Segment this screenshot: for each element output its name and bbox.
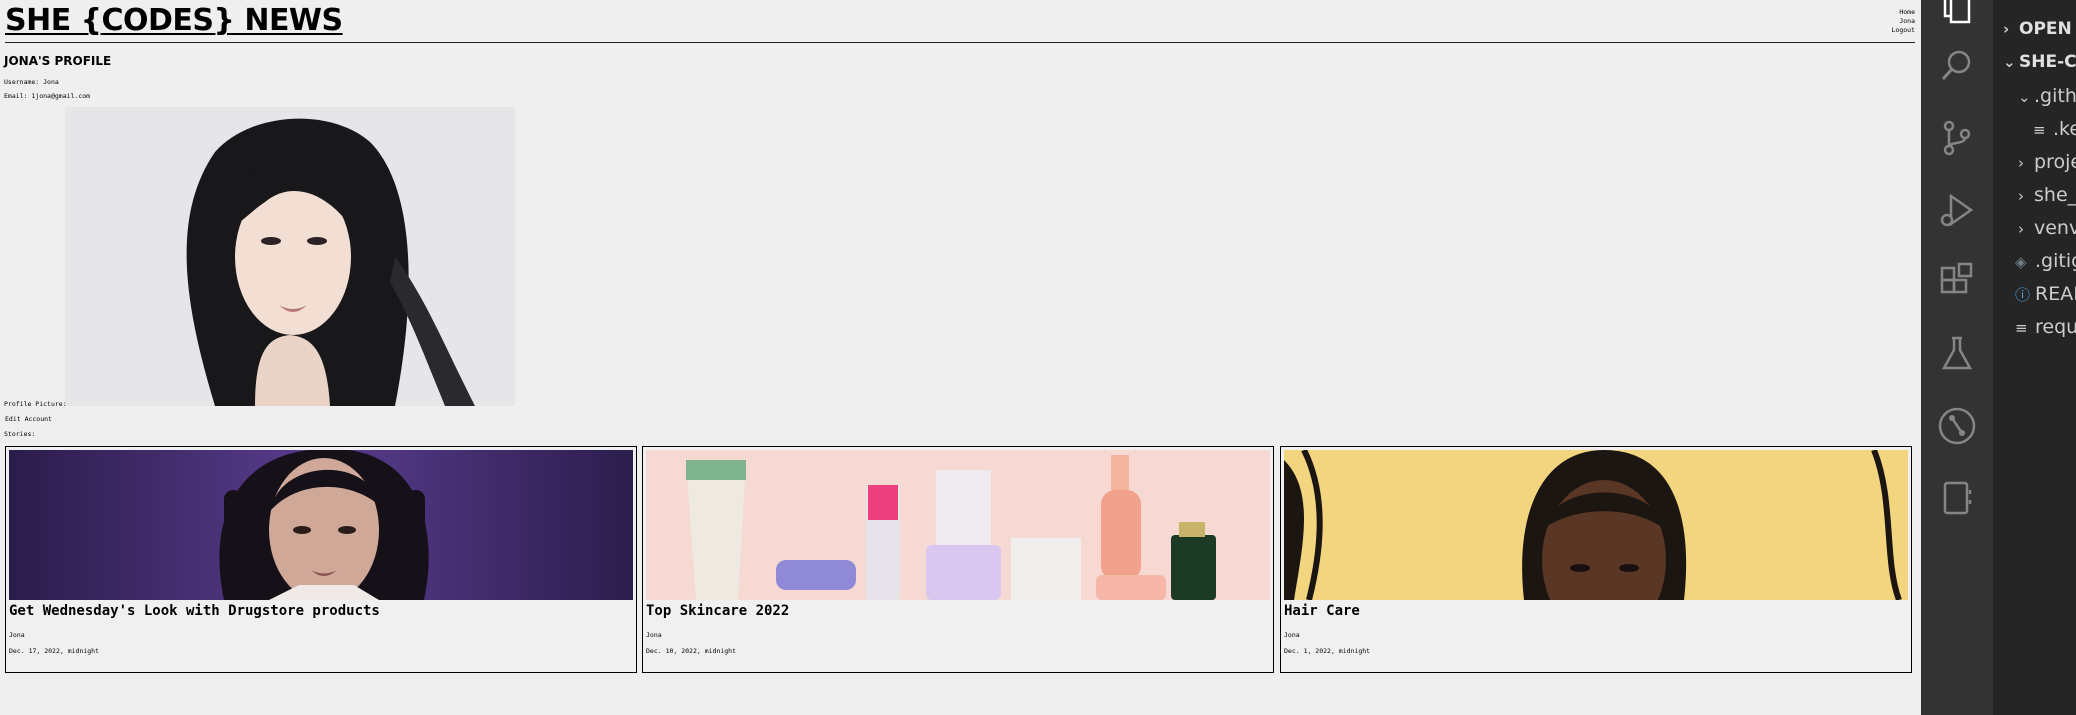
tree-item-github[interactable]: ⌄.github [2018, 82, 2076, 110]
story-card[interactable]: Hair Care Jona Dec. 1, 2022, midnight [1280, 446, 1912, 673]
extensions-icon[interactable] [1937, 262, 1977, 302]
open-editors-label: OPEN EDITORS [2019, 19, 2076, 39]
story-author: Jona [1284, 631, 1300, 639]
tree-item-label: README.md [2035, 283, 2076, 305]
site-nav: Home Jona Logout [1892, 8, 1915, 35]
notebook-icon[interactable] [1937, 478, 1977, 518]
source-control-icon[interactable] [1937, 118, 1977, 158]
tree-item-label: projects [2034, 151, 2076, 173]
tree-item-gitignore[interactable]: ◈ .gitignore [2015, 247, 2076, 275]
story-title[interactable]: Get Wednesday's Look with Drugstore prod… [9, 603, 380, 619]
edit-account-link[interactable]: Edit Account [5, 415, 52, 423]
profile-photo [65, 107, 515, 406]
tree-item-label: she_codes [2034, 184, 2076, 206]
tree-item-she-codes[interactable]: › she_codes [2018, 181, 2076, 209]
story-card[interactable]: Top Skincare 2022 Jona Dec. 10, 2022, mi… [642, 446, 1274, 673]
file-lines-icon: ≡ [2015, 319, 2028, 337]
chevron-right-icon: › [2018, 220, 2024, 238]
tree-item-keep[interactable]: ≡ .keep [2033, 115, 2076, 143]
info-icon: ⓘ [2015, 286, 2031, 304]
profile-picture-label: Profile Picture: [4, 400, 67, 408]
search-icon[interactable] [1937, 46, 1977, 86]
tree-item-label: requirements.txt [2035, 316, 2076, 338]
chevron-right-icon: › [2018, 154, 2024, 172]
website-viewport: SHE {CODES} NEWS Home Jona Logout JONA'S… [0, 0, 1921, 715]
project-label: SHE-CODES [2019, 52, 2076, 72]
file-lines-icon: ≡ [2033, 121, 2046, 139]
tree-item-readme[interactable]: ⓘREADME.md [2015, 280, 2076, 308]
nav-profile-link[interactable]: Jona [1892, 17, 1915, 26]
story-image[interactable] [1284, 450, 1908, 600]
story-date: Dec. 10, 2022, midnight [646, 647, 737, 655]
chevron-right-icon: › [2018, 187, 2024, 205]
run-debug-icon[interactable] [1937, 190, 1977, 230]
story-date: Dec. 17, 2022, midnight [9, 647, 100, 655]
chevron-down-icon: ⌄ [2003, 53, 2016, 71]
open-editors-section[interactable]: › OPEN EDITORS [2003, 15, 2076, 43]
chevron-right-icon: › [2003, 20, 2010, 38]
tree-item-label: venv [2034, 217, 2076, 239]
testing-icon[interactable] [1937, 334, 1977, 374]
story-image[interactable] [9, 450, 633, 600]
git-graph-icon[interactable] [1937, 406, 1977, 446]
nav-logout-link[interactable]: Logout [1892, 26, 1915, 35]
tree-item-label: .github [2034, 85, 2076, 107]
stories-label: Stories: [4, 430, 36, 438]
story-card[interactable]: Get Wednesday's Look with Drugstore prod… [5, 446, 637, 673]
story-title[interactable]: Hair Care [1284, 603, 1360, 619]
story-author: Jona [646, 631, 662, 639]
tree-item-projects[interactable]: › projects [2018, 148, 2076, 176]
email-line: Email: 1jona@gmail.com [4, 92, 91, 100]
activity-bar [1921, 0, 1993, 715]
git-diamond-icon: ◈ [2015, 253, 2027, 271]
nav-home-link[interactable]: Home [1892, 8, 1915, 17]
username-line: Username: Jona [4, 78, 59, 86]
story-title[interactable]: Top Skincare 2022 [646, 603, 789, 619]
chevron-down-icon: ⌄ [2018, 88, 2031, 106]
story-image[interactable] [646, 450, 1270, 600]
site-brand-link[interactable]: SHE {CODES} NEWS [5, 3, 343, 38]
tree-item-label: .gitignore [2035, 250, 2076, 272]
stories-grid: Get Wednesday's Look with Drugstore prod… [5, 446, 1916, 675]
project-section[interactable]: ⌄SHE-CODES [2003, 48, 2076, 76]
tree-item-label: .keep [2053, 118, 2076, 140]
tree-item-requirements[interactable]: ≡ requirements.txt [2015, 313, 2076, 341]
explorer-panel: ›OPEN EDITORS ⌄SHE-CODES ⌄.github ≡.keep… [1993, 0, 2076, 715]
tree-item-venv[interactable]: › venv [2018, 214, 2076, 242]
profile-heading: JONA'S PROFILE [4, 54, 112, 68]
explorer-icon[interactable] [1937, 0, 1977, 28]
story-author: Jona [9, 631, 25, 639]
story-date: Dec. 1, 2022, midnight [1284, 647, 1371, 655]
site-header: SHE {CODES} NEWS Home Jona Logout [5, 0, 1915, 43]
